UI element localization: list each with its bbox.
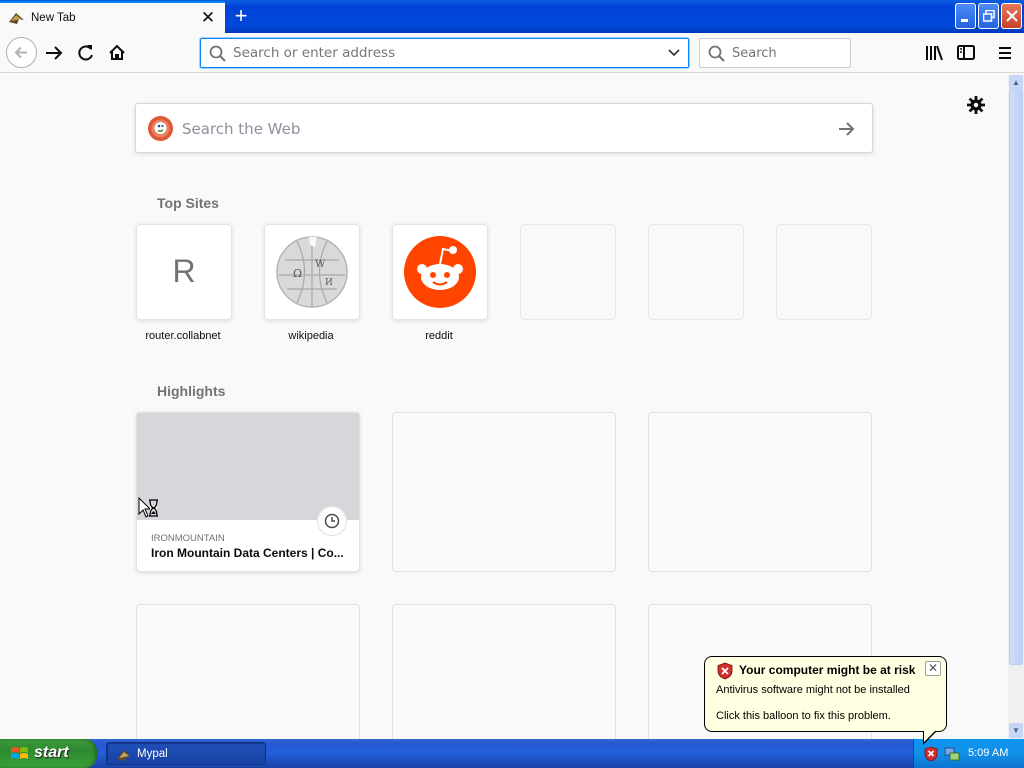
- search-icon: [708, 45, 725, 62]
- highlight-card[interactable]: IRONMOUNTAIN Iron Mountain Data Centers …: [136, 412, 360, 572]
- menu-button[interactable]: [993, 41, 1017, 65]
- library-icon: [926, 45, 943, 61]
- clock-display: 5:09 AM: [968, 747, 1009, 759]
- restore-icon: [983, 10, 995, 22]
- home-icon: [109, 44, 125, 60]
- reload-icon: [78, 45, 93, 61]
- top-site-label: router.collabnet: [145, 330, 221, 342]
- reddit-logo-icon: [404, 236, 476, 308]
- top-site-label: wikipedia: [288, 330, 334, 342]
- minimize-icon: [961, 19, 968, 22]
- tab-new-tab[interactable]: New Tab ✕: [0, 1, 225, 33]
- new-tab-button[interactable]: +: [229, 4, 253, 28]
- scroll-up-icon[interactable]: ▲: [1009, 75, 1023, 90]
- top-site-empty-slot: [776, 224, 872, 320]
- start-button[interactable]: start: [0, 739, 97, 768]
- forward-icon: [46, 46, 63, 60]
- scroll-down-icon[interactable]: ▼: [1009, 723, 1023, 738]
- sidebar-icon: [957, 45, 975, 60]
- new-tab-page: Search the Web Top Sites R router.collab…: [0, 74, 1008, 739]
- highlight-title: Iron Mountain Data Centers | Co...: [151, 546, 344, 560]
- tile-letter: R: [172, 253, 196, 289]
- top-site-label: reddit: [425, 330, 453, 342]
- back-button[interactable]: [6, 37, 37, 68]
- balloon-action-text[interactable]: Click this balloon to fix this problem.: [716, 710, 891, 722]
- shield-warning-icon: [717, 662, 733, 680]
- arrow-right-icon[interactable]: [836, 119, 856, 139]
- top-site-empty-slot: [648, 224, 744, 320]
- highlight-empty-slot: [648, 412, 872, 572]
- balloon-message: Antivirus software might not be installe…: [716, 684, 910, 696]
- minimize-button[interactable]: [955, 3, 976, 29]
- scrollbar-thumb[interactable]: [1009, 90, 1023, 665]
- menu-icon: [999, 47, 1011, 59]
- network-icon[interactable]: [944, 746, 960, 762]
- windows-logo-icon: [11, 747, 28, 759]
- sidebar-button[interactable]: [954, 41, 978, 65]
- back-icon: [14, 46, 27, 59]
- start-label: start: [34, 744, 69, 761]
- balloon-close-icon[interactable]: ✕: [925, 661, 941, 676]
- restore-button[interactable]: [978, 3, 999, 29]
- top-site-reddit[interactable]: [392, 224, 488, 320]
- taskbar: start Mypal 5:09 AM: [0, 739, 1024, 768]
- vertical-scrollbar[interactable]: ▲ ▼: [1008, 74, 1024, 739]
- top-site-router-collabnet[interactable]: R: [136, 224, 232, 320]
- home-button[interactable]: [106, 41, 130, 65]
- search-placeholder: Search: [732, 46, 777, 61]
- address-input[interactable]: [233, 44, 653, 62]
- top-sites-heading: Top Sites: [157, 195, 219, 211]
- mypal-app-icon: [117, 750, 131, 761]
- search-icon: [209, 45, 226, 62]
- highlights-heading: Highlights: [157, 383, 226, 399]
- svg-text:W: W: [315, 259, 326, 270]
- navigation-toolbar: Search: [0, 33, 1024, 73]
- address-bar[interactable]: [200, 38, 689, 68]
- taskbar-item-label: Mypal: [137, 748, 168, 760]
- highlight-empty-slot: [392, 604, 616, 739]
- highlight-host: IRONMOUNTAIN: [151, 533, 225, 544]
- reload-button[interactable]: [74, 41, 98, 65]
- tab-close-icon[interactable]: ✕: [200, 8, 216, 28]
- close-window-button[interactable]: [1001, 3, 1022, 29]
- svg-text:Ω: Ω: [293, 267, 302, 280]
- balloon-title: Your computer might be at risk: [739, 663, 916, 677]
- svg-text:И: И: [325, 278, 333, 288]
- busy-cursor-icon: [138, 497, 158, 518]
- clock-icon: [317, 506, 347, 536]
- web-search-placeholder: Search the Web: [182, 120, 301, 138]
- taskbar-item-mypal[interactable]: Mypal: [106, 742, 266, 765]
- mypal-favicon-icon: [9, 13, 24, 24]
- close-icon: [1006, 10, 1018, 22]
- tab-title: New Tab: [31, 12, 76, 24]
- title-bar: New Tab ✕ +: [0, 0, 1024, 33]
- duckduckgo-logo-icon: [148, 116, 173, 141]
- wikipedia-logo-icon: Ω W И: [276, 236, 348, 308]
- library-button[interactable]: [922, 41, 946, 65]
- chevron-down-icon[interactable]: [667, 47, 681, 59]
- search-bar[interactable]: Search: [699, 38, 851, 68]
- highlight-thumbnail: [137, 413, 359, 520]
- security-alert-icon[interactable]: [924, 746, 938, 762]
- top-site-wikipedia[interactable]: Ω W И: [264, 224, 360, 320]
- highlight-empty-slot: [392, 412, 616, 572]
- forward-button[interactable]: [42, 41, 66, 65]
- highlight-empty-slot: [136, 604, 360, 739]
- gear-icon[interactable]: [965, 94, 987, 116]
- top-site-empty-slot: [520, 224, 616, 320]
- security-balloon-notification[interactable]: Your computer might be at risk ✕ Antivir…: [704, 656, 947, 745]
- web-search-box[interactable]: Search the Web: [135, 103, 873, 153]
